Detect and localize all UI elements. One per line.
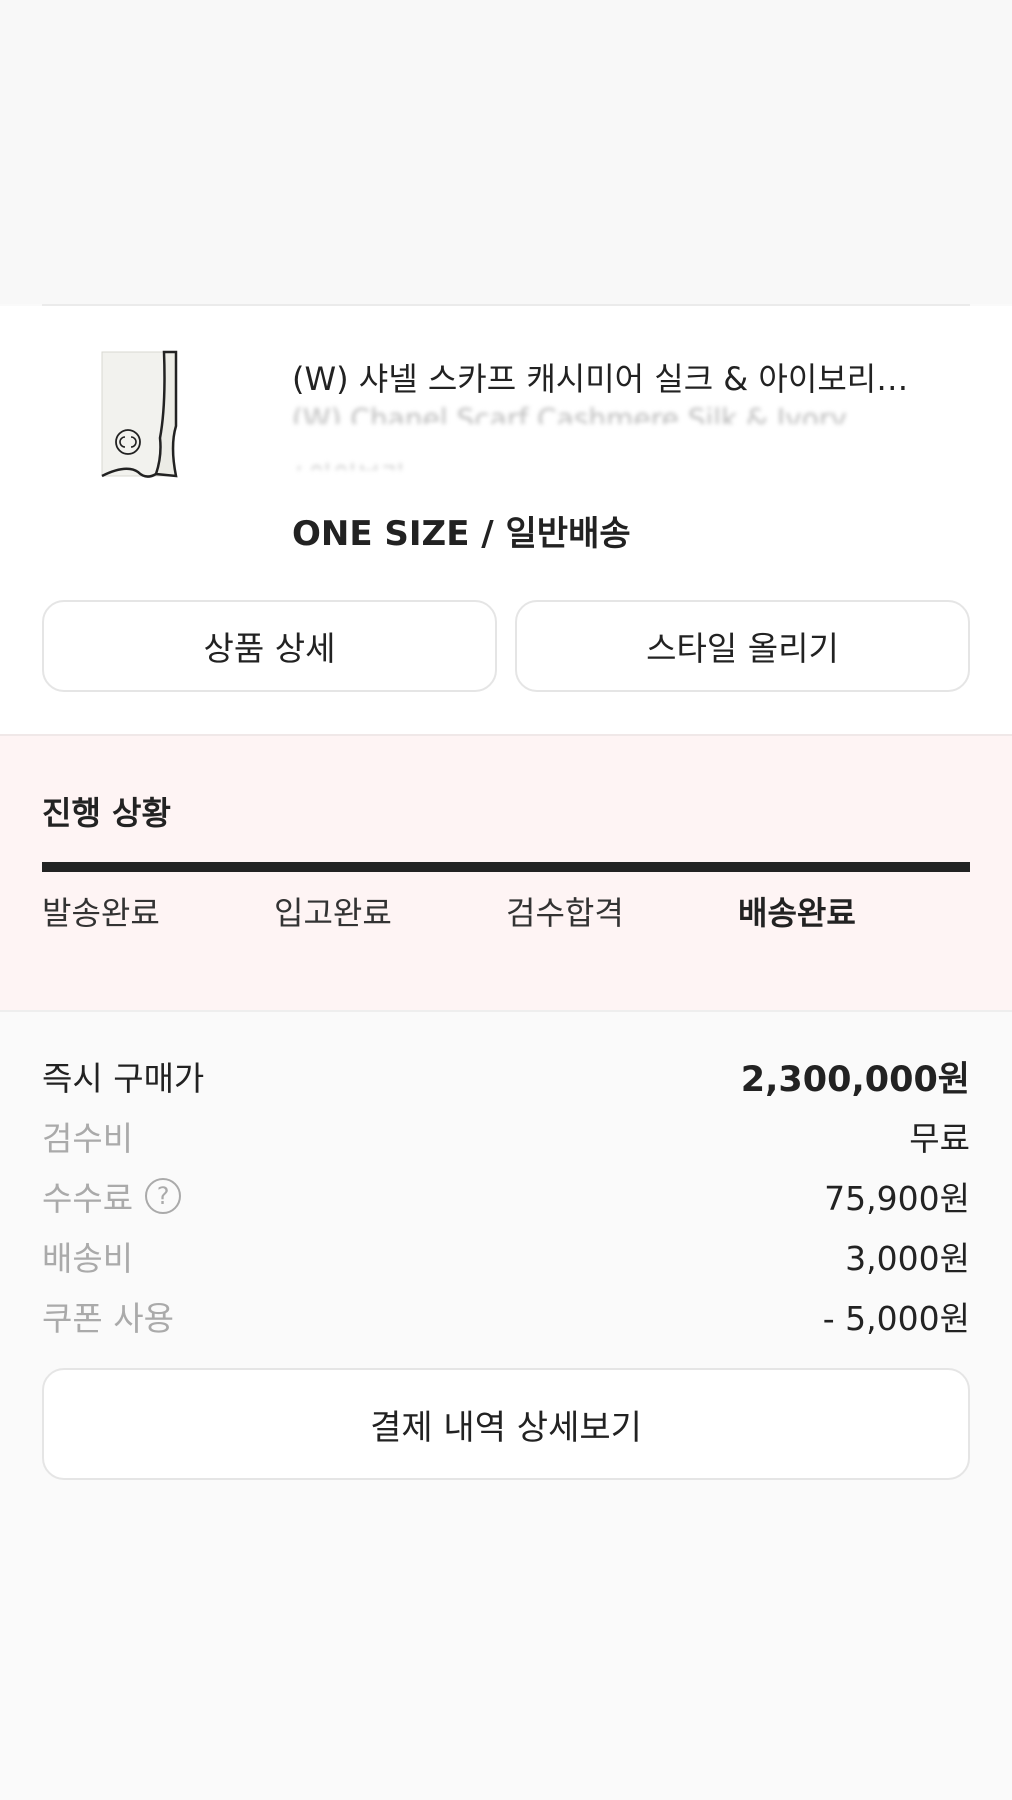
price-label: 검수비	[42, 1119, 134, 1158]
top-blank-area	[0, 0, 1012, 304]
product-title[interactable]: (W) 샤넬 스카프 캐시미어 실크 & 아이보리…	[292, 354, 942, 400]
price-row-coupon: 쿠폰 사용 - 5,000원	[42, 1292, 970, 1340]
product-section: (W) 샤넬 스카프 캐시미어 실크 & 아이보리… (W) Chanel Sc…	[0, 306, 1012, 734]
step-delivered: 배송완료	[738, 894, 856, 932]
price-value: 75,900원	[824, 1179, 970, 1218]
progress-bar	[42, 862, 970, 872]
scarf-image-icon	[101, 350, 178, 478]
price-label: 쿠폰 사용	[42, 1299, 174, 1338]
product-subtitle: (W) Chanel Scarf Cashmere Silk & Ivory	[292, 402, 847, 424]
price-value: 2,300,000원	[740, 1059, 970, 1100]
price-label: 수수료	[42, 1179, 134, 1218]
progress-title: 진행 상황	[42, 794, 171, 832]
price-value: 무료	[909, 1119, 970, 1158]
price-value: 3,000원	[845, 1239, 970, 1278]
help-icon[interactable]: ?	[145, 1178, 182, 1214]
price-label-wrap: 수수료 ?	[42, 1172, 182, 1220]
price-label: 즉시 구매가	[42, 1059, 205, 1098]
progress-section: 진행 상황 발송완료 입고완료 검수합격 배송완료	[0, 734, 1012, 1012]
upload-style-button[interactable]: 스타일 올리기	[515, 600, 970, 692]
payment-detail-button[interactable]: 결제 내역 상세보기	[42, 1368, 970, 1480]
price-row-inspection-fee: 검수비 무료	[42, 1112, 970, 1160]
price-value: - 5,000원	[822, 1299, 970, 1338]
step-inspected: 검수합격	[506, 894, 624, 932]
product-detail-button[interactable]: 상품 상세	[42, 600, 497, 692]
price-label: 배송비	[42, 1239, 134, 1278]
price-row-shipping: 배송비 3,000원	[42, 1232, 970, 1280]
step-received: 입고완료	[274, 894, 392, 932]
product-subtitle-secondary: / 아이보리	[292, 456, 492, 470]
step-shipped: 발송완료	[42, 894, 160, 932]
product-option: ONE SIZE / 일반배송	[292, 514, 631, 554]
price-row-commission: 수수료 ? 75,900원	[42, 1172, 970, 1220]
product-thumbnail[interactable]	[86, 346, 201, 486]
price-row-instant-buy: 즉시 구매가 2,300,000원	[42, 1052, 970, 1100]
